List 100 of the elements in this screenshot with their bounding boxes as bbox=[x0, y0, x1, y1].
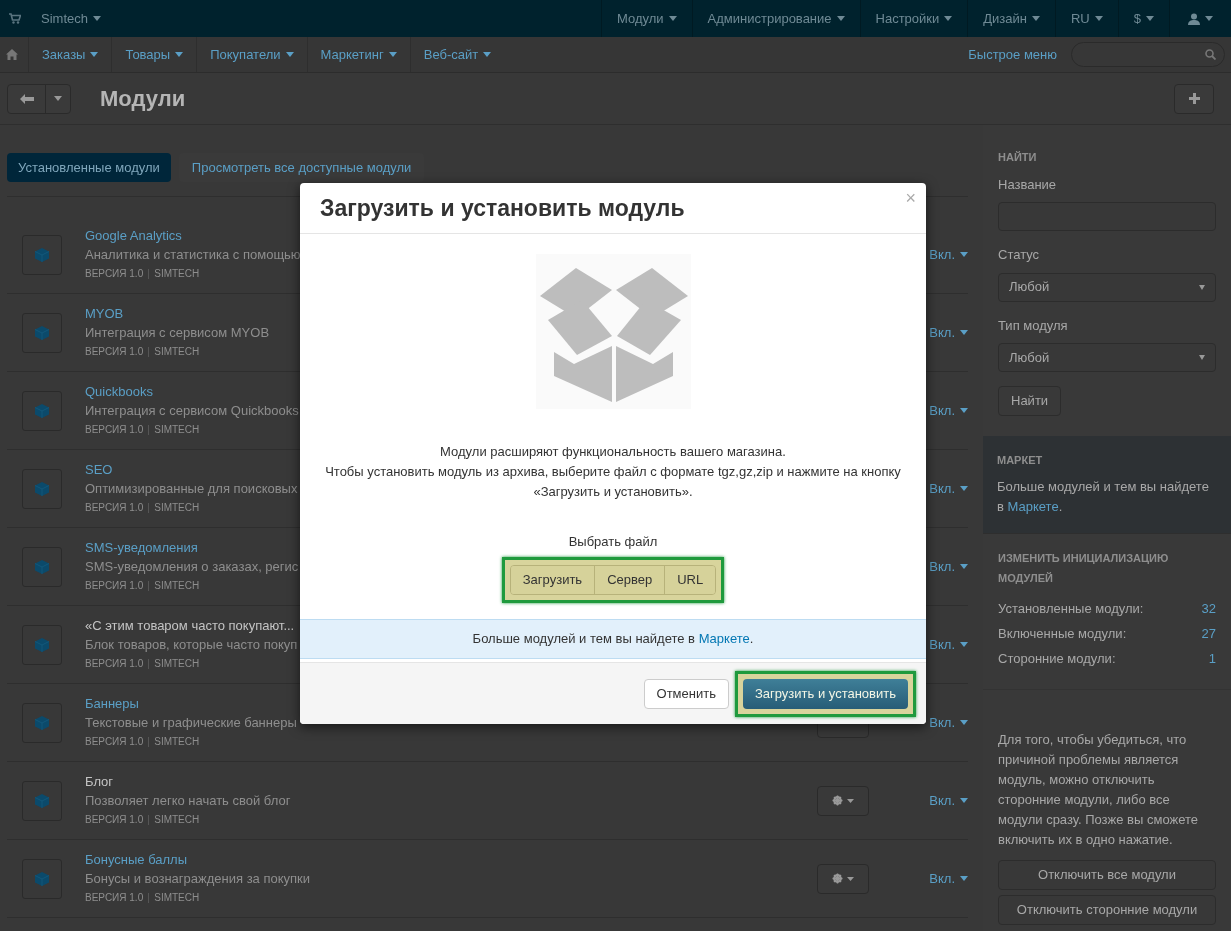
stat-value[interactable]: 27 bbox=[1201, 620, 1216, 646]
module-title[interactable]: MYOB bbox=[85, 304, 124, 323]
nav-menu-item[interactable]: Покупатели bbox=[196, 37, 307, 72]
cart-icon[interactable] bbox=[9, 13, 21, 24]
stat-value[interactable]: 32 bbox=[1201, 595, 1216, 621]
search-field[interactable] bbox=[1071, 42, 1225, 67]
cube-icon bbox=[35, 871, 49, 886]
module-description: SMS-уведомления о заказах, регис bbox=[85, 557, 299, 576]
market-link[interactable]: Маркете bbox=[1007, 498, 1059, 514]
nav-menu-item[interactable]: Заказы bbox=[28, 37, 112, 72]
intro-text: Чтобы установить модуль из архива, выберите файл с формате tgz,gz,zip и нажмите на кнопку «Загрузить и установить». bbox=[324, 463, 902, 501]
select-field[interactable]: Любой bbox=[998, 272, 1216, 302]
caret-icon bbox=[960, 330, 968, 335]
status-dropdown[interactable]: Вкл. bbox=[929, 478, 968, 499]
module-version: ВЕРСИЯ 1.0 bbox=[85, 500, 144, 515]
module-version: ВЕРСИЯ 1.0 bbox=[85, 422, 144, 437]
nav-menu-item[interactable]: Товары bbox=[111, 37, 197, 72]
store-menu[interactable]: Simtech bbox=[41, 8, 101, 29]
gear-icon bbox=[832, 795, 844, 806]
field-label: Статус bbox=[998, 246, 1041, 264]
module-description: Интеграция с сервисом Quickbooks bbox=[85, 401, 299, 420]
module-description: Текстовые и графические баннеры bbox=[85, 713, 297, 732]
disable-modules-button[interactable]: Отключить все модули bbox=[998, 859, 1216, 890]
home-icon[interactable] bbox=[6, 49, 18, 60]
module-version: ВЕРСИЯ 1.0 bbox=[85, 266, 144, 281]
disable-modules-button[interactable]: Отключить сторонние модули bbox=[998, 894, 1216, 925]
select-field[interactable]: Любой bbox=[998, 343, 1216, 372]
cube-icon bbox=[35, 637, 49, 652]
back-arrow-icon bbox=[19, 93, 34, 104]
module-title[interactable]: SMS-уведомления bbox=[85, 538, 198, 557]
cube-icon bbox=[35, 325, 49, 340]
nav-menu-item[interactable]: Маркетинг bbox=[306, 37, 410, 72]
info-text: Больше модулей и тем вы найдете в Маркете. bbox=[472, 630, 754, 649]
caret-icon bbox=[668, 16, 677, 21]
module-title: Блог bbox=[85, 772, 114, 791]
cube-icon bbox=[35, 559, 49, 574]
status-dropdown[interactable]: Вкл. bbox=[929, 712, 968, 733]
caret-icon bbox=[836, 16, 845, 21]
add-button[interactable] bbox=[1174, 83, 1214, 114]
module-title[interactable]: SEO bbox=[85, 460, 113, 479]
plus-icon bbox=[1188, 93, 1200, 104]
settings-button[interactable] bbox=[817, 785, 870, 816]
module-title[interactable]: Баннеры bbox=[85, 694, 139, 713]
cube-icon bbox=[35, 403, 49, 418]
module-vendor: SIMTECH bbox=[154, 890, 200, 905]
status-dropdown[interactable]: Вкл. bbox=[929, 244, 968, 265]
user-icon bbox=[1188, 12, 1200, 25]
caret-icon bbox=[1032, 16, 1040, 21]
caret-icon bbox=[90, 52, 99, 57]
module-description: Бонусы и вознаграждения за покупки bbox=[85, 869, 311, 888]
section-heading: НАЙТИ bbox=[998, 150, 1038, 165]
page-title: Модули bbox=[100, 85, 186, 113]
status-dropdown[interactable]: Вкл. bbox=[929, 868, 968, 889]
module-version: ВЕРСИЯ 1.0 bbox=[85, 890, 144, 905]
intro-text: Модули расширяют функциональность вашего магазина. bbox=[439, 443, 787, 461]
nav-menu-item[interactable]: Веб-сайт bbox=[409, 37, 505, 72]
upload-install-button[interactable]: Загрузить и установить bbox=[742, 678, 908, 709]
caret-icon bbox=[960, 642, 968, 647]
field-label: Название bbox=[998, 175, 1058, 194]
cube-icon bbox=[35, 481, 49, 496]
settings-button[interactable] bbox=[817, 863, 870, 894]
section-heading: МАРКЕТ bbox=[997, 453, 1044, 468]
file-source-button[interactable]: URL bbox=[664, 565, 716, 594]
tab[interactable]: Установленные модули bbox=[7, 153, 171, 182]
status-dropdown[interactable]: Вкл. bbox=[929, 322, 968, 343]
caret-icon bbox=[960, 252, 968, 257]
cube-icon bbox=[35, 247, 49, 262]
cube-icon bbox=[35, 715, 49, 730]
module-version: ВЕРСИЯ 1.0 bbox=[85, 344, 144, 359]
find-button[interactable]: Найти bbox=[998, 386, 1062, 416]
stat-value[interactable]: 1 bbox=[1208, 645, 1216, 671]
close-button[interactable]: × bbox=[905, 185, 916, 212]
quick-menu-link[interactable]: Быстрое меню bbox=[968, 44, 1057, 65]
module-description: Оптимизированные для поисковых bbox=[85, 479, 298, 498]
status-dropdown[interactable]: Вкл. bbox=[929, 634, 968, 655]
file-label: Выбрать файл bbox=[568, 533, 658, 551]
module-description: Аналитика и статистика с помощью bbox=[85, 245, 301, 264]
module-vendor: SIMTECH bbox=[154, 344, 200, 359]
section-heading: ИЗМЕНИТЬ ИНИЦИАЛИЗАЦИЮ МОДУЛЕЙ bbox=[998, 550, 1170, 586]
module-title[interactable]: Quickbooks bbox=[85, 382, 153, 401]
caret-icon bbox=[1146, 16, 1154, 21]
caret-icon bbox=[960, 720, 968, 725]
status-dropdown[interactable]: Вкл. bbox=[929, 556, 968, 577]
market-link[interactable]: Маркете bbox=[698, 631, 750, 647]
cancel-button[interactable]: Отменить bbox=[643, 678, 729, 709]
status-dropdown[interactable]: Вкл. bbox=[929, 790, 968, 811]
module-vendor: SIMTECH bbox=[154, 500, 200, 515]
module-title[interactable]: Google Analytics bbox=[85, 226, 182, 245]
field-label: Тип модуля bbox=[998, 316, 1069, 335]
status-dropdown[interactable]: Вкл. bbox=[929, 400, 968, 421]
module-version: ВЕРСИЯ 1.0 bbox=[85, 812, 144, 827]
market-text: Больше модулей и тем вы найдете в Маркете. bbox=[997, 477, 1210, 516]
cube-icon bbox=[35, 793, 49, 808]
caret-icon bbox=[960, 486, 968, 491]
module-title[interactable]: Бонусные баллы bbox=[85, 850, 188, 869]
caret-icon bbox=[92, 16, 101, 21]
caret-icon bbox=[960, 564, 968, 569]
module-description: Позволяет легко начать свой блог bbox=[85, 791, 291, 810]
module-vendor: SIMTECH bbox=[154, 734, 200, 749]
module-vendor: SIMTECH bbox=[154, 656, 200, 671]
